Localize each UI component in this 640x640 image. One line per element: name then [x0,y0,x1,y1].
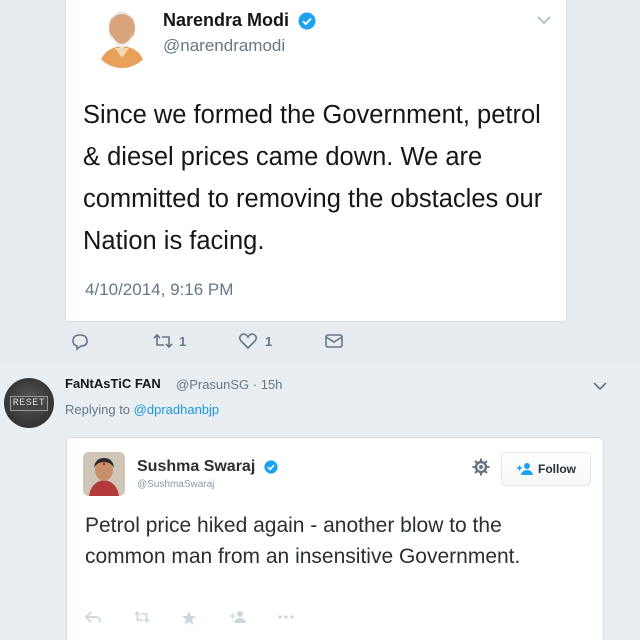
verified-badge-icon [264,460,278,474]
like-button[interactable]: 1 [238,332,272,350]
add-user-icon[interactable] [229,610,247,624]
avatar-reset-text: RESET [9,395,49,411]
author-avatar[interactable] [91,2,153,68]
chevron-down-icon[interactable] [592,380,608,392]
author-handle[interactable]: @narendramodi [163,36,285,56]
embedded-author-name[interactable]: Sushma Swaraj [137,458,278,476]
author-name-text[interactable]: Narendra Modi [163,10,289,30]
retweet-button[interactable]: 1 [152,332,186,350]
reply-avatar[interactable]: RESET [4,378,54,428]
author-name[interactable]: Narendra Modi [163,10,316,31]
like-count: 1 [265,333,273,349]
reply-button[interactable] [70,332,90,352]
reply-tweet: RESET FaNtAsTiC FAN @PrasunSG · 15h Repl… [0,362,640,640]
embedded-tweet-text: Petrol price hiked again - another blow … [85,514,521,568]
envelope-icon [325,334,343,348]
portrait-image [83,452,125,496]
retweet-icon[interactable] [133,610,151,624]
reply-icon[interactable] [85,610,101,624]
chevron-down-icon[interactable] [536,14,552,26]
portrait-image [91,4,153,68]
embedded-author-avatar[interactable] [83,452,125,496]
reply-author-handle[interactable]: @PrasunSG · 15h [176,377,282,392]
reply-author-name[interactable]: FaNtAsTiC FAN [65,376,161,391]
embedded-tweet-card[interactable]: Sushma Swaraj @SushmaSwaraj Follow Petro… [66,437,604,640]
main-tweet-card: Narendra Modi @narendramodi Since we for… [65,0,567,322]
embedded-author-name-text[interactable]: Sushma Swaraj [137,458,255,475]
heart-icon [238,333,258,350]
embedded-author-handle[interactable]: @SushmaSwaraj [137,479,214,490]
tweet-timestamp[interactable]: 4/10/2014, 9:16 PM [85,280,233,300]
retweet-icon [153,333,173,349]
message-button[interactable] [324,332,344,350]
follow-button[interactable]: Follow [501,452,591,486]
gear-icon[interactable] [472,458,490,476]
replying-prefix: Replying to [65,402,131,417]
embedded-tweet-actions [85,610,345,628]
reply-icon [72,334,88,351]
replying-to: Replying to @dpradhanbjp [65,402,219,417]
more-icon[interactable] [277,610,295,624]
add-user-icon [517,463,533,475]
follow-label: Follow [538,462,576,476]
retweet-count: 1 [179,333,187,349]
tweet-text: Since we formed the Government, petrol &… [83,101,543,255]
tweet-actions: 1 1 [66,332,366,360]
replying-to-link[interactable]: @dpradhanbjp [134,402,219,417]
star-icon[interactable] [181,610,197,626]
verified-badge-icon [298,12,316,30]
